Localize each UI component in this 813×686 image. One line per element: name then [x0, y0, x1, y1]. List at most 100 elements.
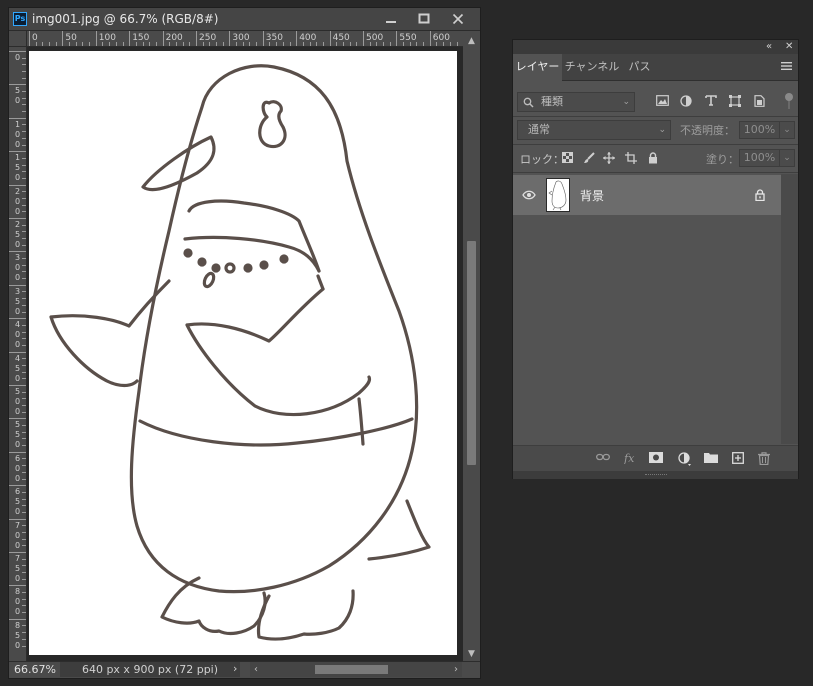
layer-name[interactable]: 背景	[580, 187, 604, 204]
ruler-tick	[9, 117, 26, 119]
horizontal-ruler[interactable]: 0 50 100 150 200 250 300 350 400 450 500 550 600	[27, 31, 463, 47]
filter-kind-dropdown[interactable]: 種類 ⌄	[517, 92, 635, 112]
ruler-tick	[62, 31, 64, 46]
ruler-tick	[9, 485, 26, 487]
ruler-tick	[9, 151, 26, 153]
canvas-area[interactable]	[27, 47, 463, 661]
opacity-field[interactable]: 100%	[739, 121, 780, 139]
new-layer-icon[interactable]	[732, 452, 744, 464]
layer-thumbnail[interactable]	[546, 178, 570, 212]
ruler-tick	[9, 618, 26, 620]
search-icon	[523, 97, 534, 108]
fill-slider-toggle[interactable]: ⌄	[779, 149, 795, 167]
tab-layers[interactable]: レイヤー	[513, 54, 562, 81]
adjustment-layer-filter-icon[interactable]	[680, 95, 692, 107]
ruler-tick	[196, 31, 197, 46]
ruler-label: 500	[14, 387, 21, 416]
ruler-tick	[9, 318, 26, 320]
panel-resize-handle[interactable]	[513, 471, 798, 479]
status-menu-arrow-icon[interactable]: ›	[233, 662, 237, 675]
tab-paths[interactable]: パス	[622, 54, 657, 81]
scroll-left-icon[interactable]: ‹	[250, 662, 262, 677]
scroll-up-icon[interactable]: ▲	[463, 34, 480, 48]
pixel-layer-filter-icon[interactable]	[656, 95, 669, 106]
ruler-tick	[9, 84, 26, 86]
vertical-scroll-thumb[interactable]	[467, 241, 476, 465]
layer-style-fx-icon[interactable]: fx	[624, 452, 638, 464]
ruler-tick	[9, 418, 26, 420]
new-adjustment-layer-icon[interactable]	[678, 452, 692, 466]
type-layer-filter-icon[interactable]	[705, 95, 717, 106]
ruler-label: 450	[332, 33, 350, 43]
vertical-scrollbar[interactable]: ▲ ▼	[463, 31, 480, 661]
lock-artboard-icon[interactable]	[625, 152, 637, 164]
ruler-label: 400	[299, 33, 317, 43]
penguin-sketch-artwork	[49, 64, 431, 641]
link-layers-icon[interactable]	[596, 452, 610, 462]
panel-header-bar[interactable]: « ✕	[513, 40, 798, 54]
ruler-tick	[9, 518, 26, 520]
canvas-document[interactable]	[29, 51, 457, 655]
ruler-tick	[9, 51, 26, 52]
ruler-tick	[329, 31, 331, 46]
ruler-tick	[9, 351, 26, 353]
minimize-button[interactable]	[374, 8, 408, 30]
panel-menu-icon[interactable]	[781, 61, 792, 71]
ruler-label: 400	[14, 320, 21, 350]
close-button[interactable]	[441, 8, 475, 30]
filter-toggle-switch[interactable]	[785, 93, 793, 101]
ruler-tick	[296, 31, 298, 46]
lock-all-icon[interactable]	[648, 152, 658, 164]
blend-mode-dropdown[interactable]: 通常 ⌄	[517, 120, 671, 140]
fill-field[interactable]: 100%	[739, 149, 780, 167]
ruler-label: 300	[232, 33, 250, 43]
ruler-tick	[363, 31, 364, 46]
ruler-tick	[95, 31, 97, 46]
lock-label: ロック：	[520, 153, 564, 166]
delete-layer-trash-icon[interactable]	[758, 452, 770, 465]
lock-position-icon[interactable]	[603, 152, 615, 164]
divider	[513, 172, 798, 173]
ruler-tick	[9, 284, 26, 286]
smart-object-filter-icon[interactable]	[754, 95, 765, 107]
maximize-icon	[418, 13, 430, 24]
scroll-right-icon[interactable]: ›	[450, 662, 462, 677]
add-layer-mask-icon[interactable]	[649, 452, 663, 463]
document-titlebar[interactable]: Ps img001.jpg @ 66.7% (RGB/8#)	[9, 8, 480, 31]
new-group-folder-icon[interactable]	[704, 452, 718, 463]
horizontal-scroll-thumb[interactable]	[315, 665, 388, 674]
opacity-label: 不透明度：	[680, 124, 735, 137]
layers-list: 背景	[513, 174, 781, 444]
tab-channels[interactable]: チャンネル	[562, 54, 622, 81]
opacity-slider-toggle[interactable]: ⌄	[779, 121, 795, 139]
panel-close-icon[interactable]: ✕	[785, 40, 793, 53]
ruler-tick	[9, 218, 26, 219]
shape-layer-filter-icon[interactable]	[729, 95, 741, 107]
ruler-label: 450	[14, 353, 21, 383]
layers-list-scrollbar[interactable]	[781, 174, 798, 444]
horizontal-scrollbar[interactable]: ‹ ›	[250, 662, 462, 677]
ruler-label: 300	[14, 253, 21, 283]
blend-mode-label: 通常	[528, 123, 550, 136]
scroll-down-icon[interactable]: ▼	[463, 647, 480, 661]
fill-label: 塗り：	[706, 153, 739, 166]
vertical-ruler[interactable]: 0 50 100 150 200 250 300 350 400 450 500 550 600 650 7…	[9, 47, 27, 661]
zoom-level-field[interactable]: 66.67%	[14, 663, 56, 676]
layer-lock-icon	[755, 189, 765, 201]
ruler-label: 700	[14, 520, 21, 550]
lock-image-pixels-icon[interactable]	[583, 152, 595, 164]
maximize-button[interactable]	[407, 8, 441, 30]
panel-tabbar: レイヤー チャンネル パス	[513, 54, 798, 81]
ruler-label: 50	[14, 86, 21, 106]
collapse-panel-icon[interactable]: «	[766, 40, 772, 53]
ruler-tick	[9, 451, 26, 453]
divider	[513, 116, 798, 117]
layer-row[interactable]: 背景	[513, 175, 781, 215]
ruler-label: 600	[432, 33, 450, 43]
lock-transparent-pixels-icon[interactable]	[562, 152, 573, 163]
ruler-origin[interactable]	[9, 31, 27, 47]
ruler-tick	[429, 31, 431, 46]
visibility-eye-icon[interactable]	[522, 190, 536, 200]
ruler-tick	[162, 31, 164, 46]
ruler-tick	[229, 31, 231, 46]
